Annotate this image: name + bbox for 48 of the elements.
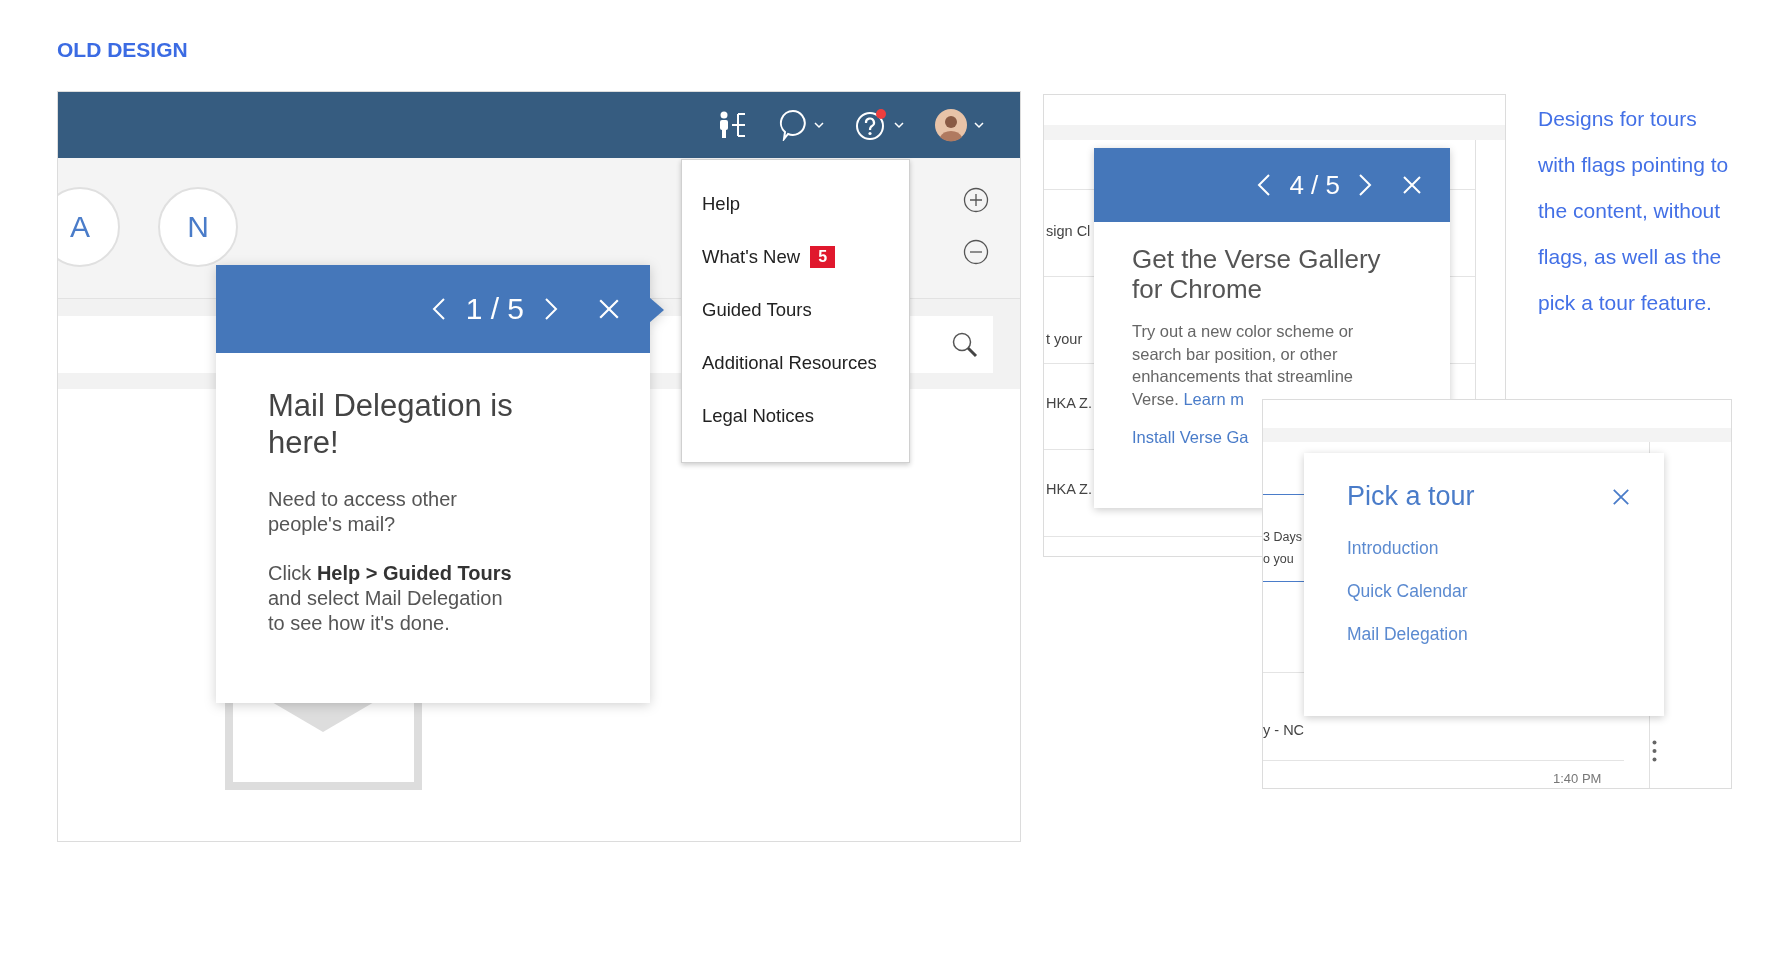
tour-link[interactable]: Introduction [1347, 538, 1630, 559]
menu-item[interactable]: What's New 5 [682, 230, 909, 283]
account-menu-button[interactable] [934, 108, 984, 142]
dialog-title: Pick a tour [1347, 481, 1475, 512]
message-text: 1:40 PM [1553, 771, 1602, 786]
message-text: sign Cl [1046, 223, 1091, 239]
help-icon [854, 108, 888, 142]
tour-title: Mail Delegation is here! [268, 387, 514, 461]
close-button[interactable] [1612, 487, 1630, 506]
tour-link[interactable]: Mail Delegation [1347, 624, 1630, 645]
tour-title: Get the Verse Gallery for Chrome [1132, 244, 1382, 304]
menu-item[interactable]: Help [682, 177, 909, 230]
step-counter: 4 / 5 [1289, 169, 1340, 201]
count-badge: 5 [810, 245, 836, 268]
next-button[interactable] [1358, 173, 1372, 197]
message-text: HKA Z. [1046, 395, 1092, 411]
zoom-in-icon[interactable] [963, 187, 989, 213]
section-heading: OLD DESIGN [57, 38, 188, 62]
chat-bubble-icon [778, 109, 808, 141]
help-menu-button[interactable] [854, 108, 904, 142]
menu-item[interactable]: Guided Tours [682, 283, 909, 336]
tour-link[interactable]: Quick Calendar [1347, 581, 1630, 602]
previous-button[interactable] [1257, 173, 1272, 197]
menu-item[interactable]: Additional Resources [682, 336, 909, 389]
org-chart-button[interactable] [718, 110, 748, 140]
tour-text: Need to access other people's mail? [268, 487, 458, 537]
zoom-out-icon[interactable] [963, 239, 989, 265]
message-text: HKA Z. [1046, 481, 1092, 497]
message-text: o you [1263, 552, 1294, 566]
previous-button[interactable] [431, 297, 446, 321]
learn-more-link[interactable]: Learn m [1183, 389, 1244, 408]
caret-icon [974, 121, 984, 129]
caret-icon [894, 121, 904, 129]
chat-menu-button[interactable] [778, 109, 824, 141]
more-options-icon[interactable] [1652, 740, 1657, 762]
description-text: Designs for tours with flags pointing to the content, without flags, as well as the pick a tour feature. [1538, 106, 1729, 316]
message-text: 3 Days [1263, 530, 1302, 544]
search-icon [951, 330, 979, 359]
install-link[interactable]: Install Verse Ga [1132, 428, 1249, 446]
message-text: t your [1046, 331, 1083, 347]
tour-text: Click Help > Guided Tours and select Mail Delegation to see how it's done. [268, 561, 513, 636]
step-counter: 1 / 5 [465, 292, 524, 326]
caret-icon [814, 121, 824, 129]
person-tree-icon [718, 110, 748, 140]
next-button[interactable] [544, 297, 558, 321]
menu-item[interactable]: Legal Notices [682, 389, 909, 442]
message-text: y - NC [1263, 722, 1305, 738]
avatar-icon [934, 108, 968, 142]
